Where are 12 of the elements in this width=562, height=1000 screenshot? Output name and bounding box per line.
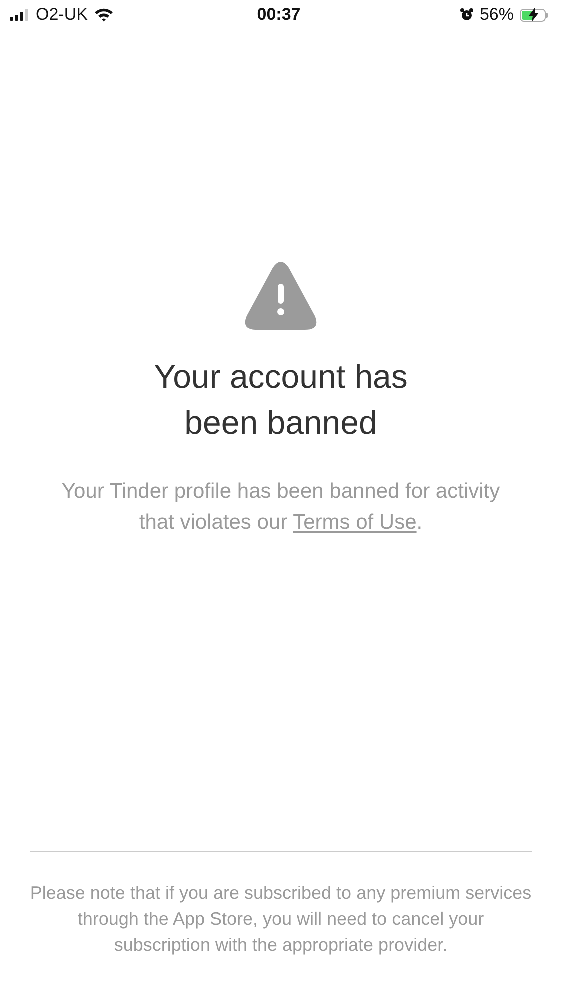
clock-time: 00:37 — [257, 5, 301, 25]
ban-title: Your account has been banned — [153, 357, 409, 443]
signal-icon — [10, 9, 30, 21]
carrier-name: O2-UK — [36, 5, 88, 25]
battery-icon — [520, 8, 548, 22]
warning-icon — [245, 262, 317, 330]
battery-percentage: 56% — [480, 5, 514, 25]
subscription-note: Please note that if you are subscribed to any premium services through the App Store, you will need to cancel your subscription with the appropriate provider. — [30, 882, 532, 957]
alarm-clock-icon — [460, 8, 474, 22]
terms-of-use-link[interactable]: Terms of Use — [293, 511, 417, 534]
wifi-icon — [94, 8, 114, 22]
ban-message: Your Tinder profile has been banned for activity that violates our Terms of Use. — [61, 479, 501, 536]
